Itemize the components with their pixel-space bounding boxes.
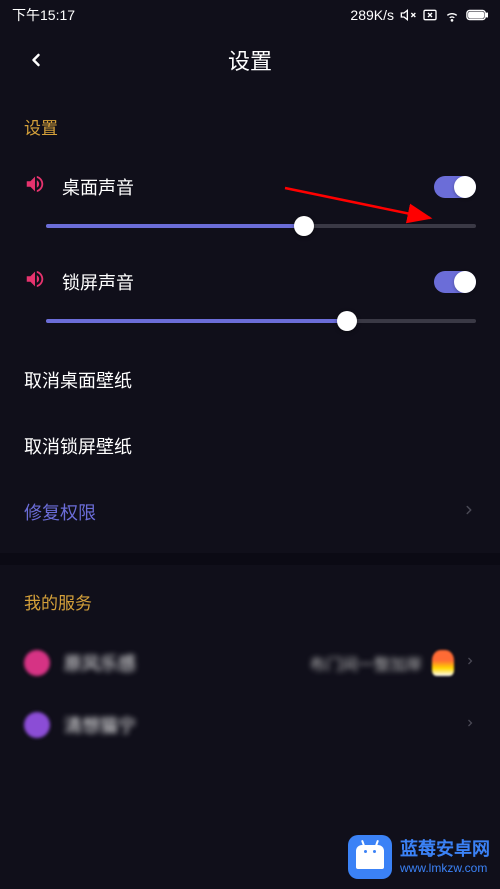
lockscreen-sound-label: 锁屏声音 — [62, 269, 134, 295]
status-time: 下午15:17 — [12, 5, 75, 25]
status-right: 289K/s — [350, 7, 488, 23]
fix-permissions-row[interactable]: 修复权限 — [24, 479, 476, 553]
desktop-sound-label: 桌面声音 — [62, 174, 134, 200]
service-sublabel: 布门间一整加岸 — [310, 651, 422, 675]
network-speed: 289K/s — [350, 7, 394, 23]
desktop-sound-toggle[interactable] — [434, 176, 476, 198]
service-icon — [24, 712, 50, 738]
lockscreen-sound-toggle[interactable] — [434, 271, 476, 293]
desktop-sound-left: 桌面声音 — [24, 173, 134, 200]
watermark: 蓝莓安卓网 www.lmkzw.com — [348, 835, 490, 879]
chevron-right-icon — [464, 654, 476, 672]
fix-permissions-label: 修复权限 — [24, 499, 96, 525]
back-button[interactable] — [20, 44, 52, 76]
service-icon — [24, 650, 50, 676]
battery-icon — [466, 9, 488, 21]
cancel-desktop-wallpaper[interactable]: 取消桌面壁纸 — [24, 347, 476, 413]
services-section-title: 我的服务 — [24, 565, 476, 632]
sound-icon — [24, 173, 46, 200]
lockscreen-sound-slider[interactable] — [46, 319, 476, 323]
page-title: 设置 — [228, 44, 272, 76]
cancel-lockscreen-wallpaper[interactable]: 取消锁屏壁纸 — [24, 413, 476, 479]
mute-icon — [400, 7, 416, 23]
settings-section-title: 设置 — [24, 90, 476, 157]
service-row[interactable]: 原风乐感 布门间一整加岸 — [24, 632, 476, 694]
chevron-left-icon — [26, 50, 46, 70]
service-label: 原风乐感 — [64, 650, 136, 676]
close-box-icon — [422, 7, 438, 23]
watermark-url: www.lmkzw.com — [400, 861, 490, 875]
desktop-sound-slider[interactable] — [46, 224, 476, 228]
desktop-sound-slider-container — [24, 216, 476, 252]
header: 设置 — [0, 30, 500, 90]
lockscreen-sound-left: 锁屏声音 — [24, 268, 134, 295]
service-label: 清想猫宁 — [64, 712, 136, 738]
wifi-icon — [444, 7, 460, 23]
lockscreen-sound-row: 锁屏声音 — [24, 252, 476, 311]
flame-icon — [432, 650, 454, 676]
desktop-sound-row: 桌面声音 — [24, 157, 476, 216]
watermark-logo-icon — [348, 835, 392, 879]
lockscreen-sound-slider-container — [24, 311, 476, 347]
settings-section: 设置 桌面声音 — [0, 90, 500, 553]
service-row[interactable]: 清想猫宁 — [24, 694, 476, 756]
section-divider — [0, 553, 500, 565]
watermark-title: 蓝莓安卓网 — [400, 839, 490, 861]
status-bar: 下午15:17 289K/s — [0, 0, 500, 30]
services-section: 我的服务 原风乐感 布门间一整加岸 清想猫宁 — [0, 565, 500, 756]
chevron-right-icon — [462, 503, 476, 522]
chevron-right-icon — [464, 716, 476, 734]
sound-icon — [24, 268, 46, 295]
